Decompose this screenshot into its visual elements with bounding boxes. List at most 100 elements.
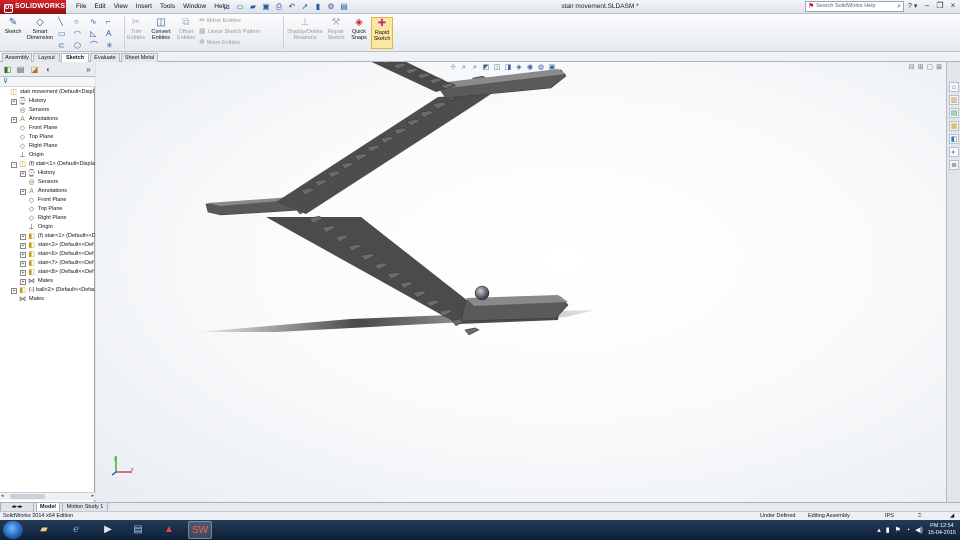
close-icon[interactable]: × [948, 1, 958, 11]
expand-icon[interactable]: + [20, 269, 26, 276]
media-player-icon[interactable]: ▶ [96, 521, 120, 539]
select-icon[interactable]: ➚ [300, 1, 310, 12]
help-icon[interactable]: ? [908, 1, 912, 12]
save-icon[interactable]: ▣ [261, 1, 271, 12]
display-manager-icon[interactable]: ◐ [43, 65, 54, 75]
tree-node[interactable]: - ◫ (f) stair<1> (Default<Displa [0, 160, 95, 169]
text-icon[interactable]: A [106, 28, 122, 39]
mirror-entities-button[interactable]: ⇹ Mirror Entities [199, 16, 241, 26]
trim-entities-button[interactable]: ✂ Trim Entities [125, 17, 147, 41]
line-icon[interactable]: ╲ [58, 16, 74, 27]
graphics-area[interactable]: ⊹ ⌕ ⌕ ◩ ◫ ◨ ◈ ◉ ◍ ▣ ⊟ ⊞ ▢ ⊠ y x [96, 62, 946, 502]
tab-sheet-metal[interactable]: Sheet Metal [121, 53, 158, 62]
tab-evaluate[interactable]: Evaluate [90, 53, 120, 62]
solidworks-resources-icon[interactable]: ⌂ [949, 82, 959, 92]
solidworks-taskbar-icon[interactable]: SW [188, 521, 212, 539]
tree-node[interactable]: ⋈ Mates [0, 295, 95, 304]
tree-node[interactable]: ◎ Sensors [0, 106, 95, 115]
expand-panel-icon[interactable]: » [83, 65, 94, 75]
viewport-minimize-icon[interactable]: ⊟ [909, 64, 915, 72]
viewport-maximize-icon[interactable]: ▢ [927, 64, 934, 72]
tab-assembly[interactable]: Assembly [2, 53, 32, 62]
menu-edit[interactable]: Edit [90, 0, 109, 14]
convert-entities-button[interactable]: ◫ Convert Entities [149, 17, 173, 41]
expand-icon[interactable]: + [20, 170, 26, 177]
wifi-icon[interactable]: ◔ [906, 527, 910, 534]
expand-icon[interactable]: + [20, 188, 26, 195]
zoom-to-fit-icon[interactable]: ⊹ [448, 63, 458, 73]
tree-horizontal-scrollbar[interactable]: ◂ ▸ [0, 492, 95, 500]
display-style-icon[interactable]: ◨ [503, 63, 513, 73]
tree-node[interactable]: + A Annotations [0, 187, 95, 196]
rebuild-icon[interactable]: ▮ [313, 1, 323, 12]
feature-manager-icon[interactable]: ◧ [2, 65, 13, 75]
network-icon[interactable]: ▮ [886, 526, 890, 534]
expand-icon[interactable]: + [20, 278, 26, 285]
viewport-close-icon[interactable]: ⊠ [936, 64, 942, 72]
smart-dimension-button[interactable]: ◇ Smart Dimension [25, 17, 55, 41]
chamfer-icon[interactable]: ◺ [90, 28, 106, 39]
tree-node[interactable]: ◇ Front Plane [0, 196, 95, 205]
tree-node[interactable]: ◇ Front Plane [0, 124, 95, 133]
slot-icon[interactable]: ⊂ [58, 40, 74, 51]
options-icon[interactable]: ⚙ [326, 1, 336, 12]
new-document-icon[interactable]: ▭ [235, 1, 245, 12]
custom-properties-icon[interactable]: ≣ [949, 160, 959, 170]
section-view-icon[interactable]: ◩ [481, 63, 491, 73]
collapse-icon[interactable]: - [11, 161, 17, 168]
move-entities-button[interactable]: ✥ Move Entities [199, 38, 240, 48]
print-icon[interactable]: ⎙ [274, 1, 284, 12]
sketch-button[interactable]: ✎ Sketch [2, 17, 24, 35]
display-delete-relations-button[interactable]: ⊥ Display/Delete Relations [285, 17, 325, 41]
undo-icon[interactable]: ↶ [287, 1, 297, 12]
tree-filter[interactable]: ⊽ [0, 77, 95, 87]
tree-node[interactable]: ⊥ Origin [0, 223, 95, 232]
rectangle-icon[interactable]: ▭ [58, 28, 74, 39]
solidworks-logo[interactable]: DSSOLIDWORKS [0, 0, 66, 14]
property-manager-icon[interactable]: ▤ [15, 65, 26, 75]
tree-node[interactable]: + ⋈ Mates [0, 277, 95, 286]
menu-view[interactable]: View [110, 0, 132, 14]
restore-icon[interactable]: ❐ [935, 1, 945, 11]
design-library-icon[interactable]: ▥ [949, 95, 959, 105]
edit-appearance-icon[interactable]: ◉ [525, 63, 535, 73]
quick-view-icon[interactable]: ▤ [339, 1, 349, 12]
view-orientation-icon[interactable]: ◫ [492, 63, 502, 73]
open-icon[interactable]: ▰ [248, 1, 258, 12]
hide-show-items-icon[interactable]: ◈ [514, 63, 524, 73]
scroll-left-icon[interactable]: ◂ [1, 493, 4, 500]
expand-icon[interactable]: + [11, 116, 17, 123]
tree-node[interactable]: ◫ stair movement (Default<Displ [0, 88, 95, 97]
explorer-app-icon[interactable]: ▰ [32, 521, 56, 539]
help-dropdown-icon[interactable]: ▾ [914, 1, 918, 12]
tree-node[interactable]: + ◧ stair<6> (Default<<Def [0, 250, 95, 259]
configuration-manager-icon[interactable]: ◪ [29, 65, 40, 75]
tree-node[interactable]: + ◧ (-) ball<2> (Default<<Defaul [0, 286, 95, 295]
tree-node[interactable]: ◇ Right Plane [0, 142, 95, 151]
expand-icon[interactable]: + [20, 251, 26, 258]
help-search-input[interactable]: ⚑ Search SolidWorks Help ⌕ [805, 1, 904, 12]
tab-layout[interactable]: Layout [33, 53, 60, 62]
arc-icon[interactable]: ◠ [74, 28, 90, 39]
tree-node[interactable]: + ◧ stair<2> (Default<<Def [0, 241, 95, 250]
viewport-restore-icon[interactable]: ⊞ [918, 64, 924, 72]
zoom-to-area-icon[interactable]: ⌕ [459, 63, 469, 73]
scroll-thumb[interactable] [10, 494, 45, 499]
tree-node[interactable]: ◇ Top Plane [0, 133, 95, 142]
ball[interactable] [474, 285, 490, 301]
sketch-fillet-icon[interactable]: ⌐ [106, 16, 122, 27]
tree-node[interactable]: ◎ Sensors [0, 178, 95, 187]
tree-node[interactable]: + ⌚ History [0, 169, 95, 178]
tree-node[interactable]: + ⌚ History [0, 97, 95, 106]
minimize-icon[interactable]: – [922, 1, 932, 11]
system-clock[interactable]: PM 12:54 15-04-2015 [928, 523, 956, 537]
search-results-icon[interactable]: ▦ [949, 121, 959, 131]
tab-sketch[interactable]: Sketch [61, 53, 89, 62]
adobe-reader-icon[interactable]: ▲ [157, 521, 181, 539]
flag-icon[interactable]: ⚑ [895, 526, 901, 534]
tree-node[interactable]: + A Annotations [0, 115, 95, 124]
search-icon[interactable]: ⌕ [897, 2, 901, 11]
app-icon-doc[interactable]: ▤ [126, 521, 150, 539]
file-explorer-icon[interactable]: ▤ [949, 108, 959, 118]
menu-insert[interactable]: Insert [132, 0, 156, 14]
